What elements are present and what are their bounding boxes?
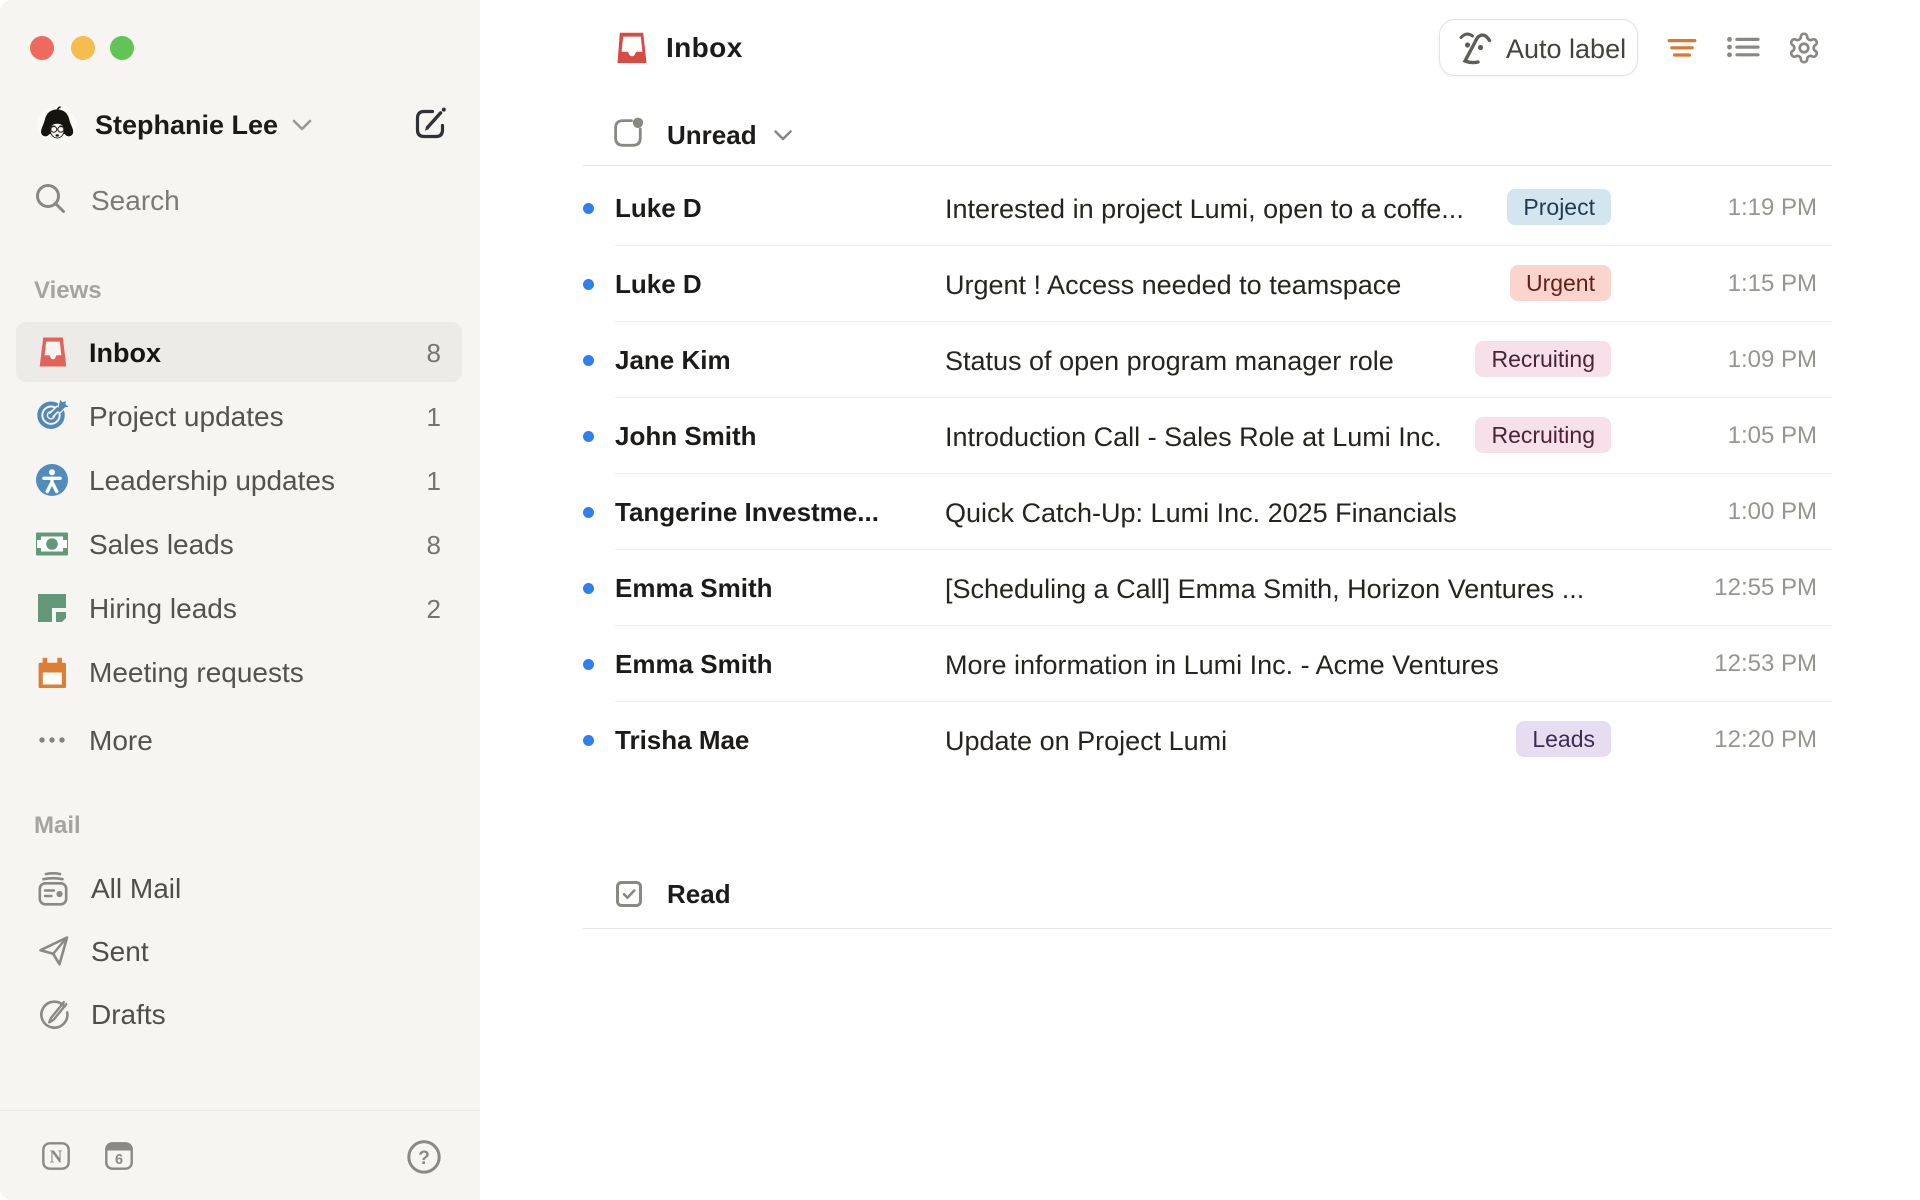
svg-text:N: N [50, 1147, 63, 1167]
svg-text:?: ? [418, 1148, 430, 1169]
svg-text:6: 6 [115, 1152, 123, 1168]
